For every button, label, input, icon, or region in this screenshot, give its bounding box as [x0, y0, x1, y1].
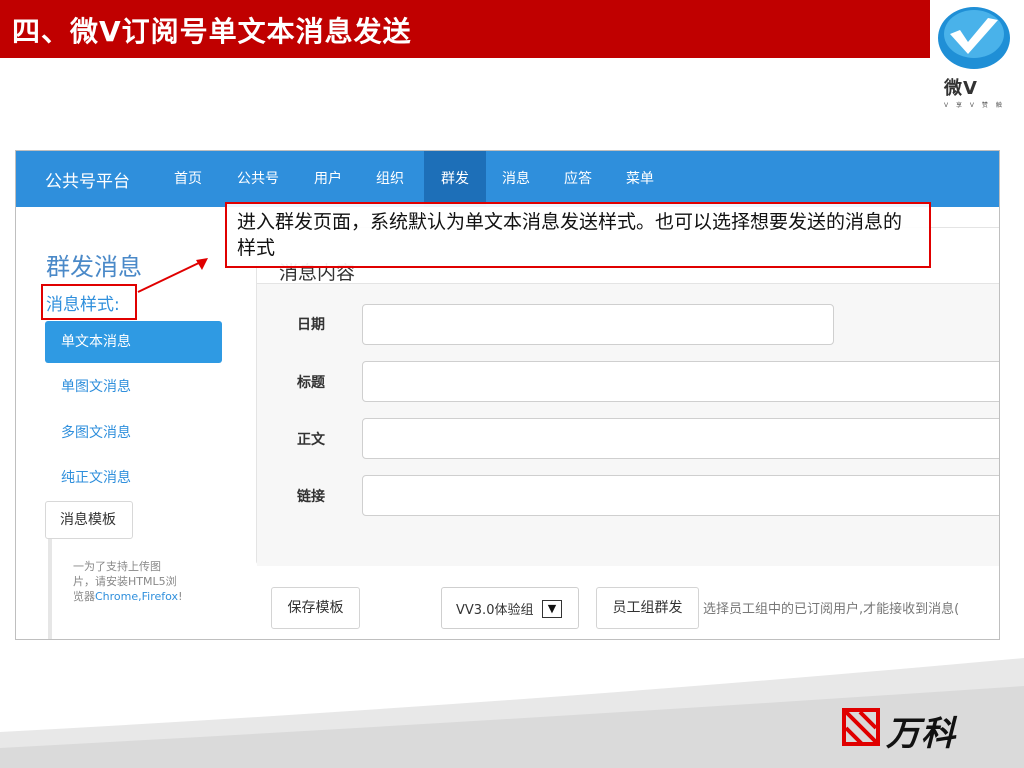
weiv-logo-text: 微V — [944, 78, 978, 99]
nav-item-autoreply[interactable]: 应答 — [556, 151, 600, 207]
sidebar-item-single-text[interactable]: 单文本消息 — [45, 321, 222, 363]
hint-browsers: Chrome,Firefox — [95, 590, 179, 603]
date-field[interactable] — [362, 304, 834, 345]
sidebar-item-single-news[interactable]: 单图文消息 — [45, 366, 222, 408]
group-select-value: VV3.0体验组 — [456, 603, 534, 618]
nav-item-home[interactable]: 首页 — [166, 151, 210, 207]
brand[interactable]: 公共号平台 — [45, 167, 130, 192]
group-send-hint: 选择员工组中的已订阅用户,才能接收到消息( — [703, 602, 960, 617]
chevron-down-icon[interactable]: ▼ — [542, 600, 562, 618]
style-label-highlight: 消息样式: — [41, 284, 137, 320]
hint-line-3: 览器Chrome,Firefox! — [73, 589, 208, 604]
nav-item-org[interactable]: 组织 — [368, 151, 412, 207]
hint-line-3-prefix: 览器 — [73, 590, 95, 603]
message-content-panel: 消息内容 日期 标题 正文 链接 — [256, 227, 999, 566]
group-select[interactable]: VV3.0体验组 ▼ — [441, 587, 579, 629]
nav-item-account[interactable]: 公共号 — [230, 151, 286, 207]
browser-hint: 一为了支持上传图 片，请安装HTML5浏 览器Chrome,Firefox! — [48, 539, 208, 639]
body-label: 正文 — [297, 432, 325, 448]
hint-line-3-suffix: ! — [178, 590, 183, 603]
group-send-button[interactable]: 员工组群发 — [596, 587, 699, 629]
vanke-logo-text: 万科 — [886, 714, 956, 754]
weiv-check-icon — [938, 7, 1010, 69]
save-template-button[interactable]: 保存模板 — [271, 587, 360, 629]
nav-item-users[interactable]: 用户 — [306, 151, 350, 207]
hint-line-2: 片，请安装HTML5浏 — [73, 575, 177, 588]
sidebar-item-plain-text[interactable]: 纯正文消息 — [45, 457, 222, 499]
message-template-button[interactable]: 消息模板 — [45, 501, 133, 539]
top-navbar: 公共号平台 首页 公共号 用户 组织 群发 消息 应答 菜单 — [16, 151, 999, 207]
nav-item-menu[interactable]: 菜单 — [618, 151, 662, 207]
sidebar-title: 群发消息 — [46, 253, 142, 281]
date-label: 日期 — [297, 317, 325, 333]
slide-title-bar: 四、微V订阅号单文本消息发送 — [0, 0, 930, 58]
title-label: 标题 — [297, 375, 325, 391]
weiv-logo-subtext: V 享 V 赞 触 — [944, 102, 1005, 109]
nav-item-messages[interactable]: 消息 — [494, 151, 538, 207]
vanke-logo: 万科 — [842, 708, 992, 754]
weiv-logo: 微V V 享 V 赞 触 — [930, 0, 1024, 118]
slide: 四、微V订阅号单文本消息发送 微V V 享 V 赞 触 公共号平台 首页 公共号… — [0, 0, 1024, 768]
link-field[interactable] — [362, 475, 999, 516]
callout-annotation: 进入群发页面，系统默认为单文本消息发送样式。也可以选择想要发送的消息的样式 — [225, 202, 931, 268]
title-field[interactable] — [362, 361, 999, 402]
nav-item-broadcast[interactable]: 群发 — [424, 151, 486, 207]
panel-body: 日期 标题 正文 链接 — [257, 284, 999, 566]
body-field[interactable] — [362, 418, 999, 459]
sidebar-item-multi-news[interactable]: 多图文消息 — [45, 412, 222, 454]
slide-title: 四、微V订阅号单文本消息发送 — [12, 15, 412, 48]
hint-line-1: 一为了支持上传图 — [73, 560, 161, 573]
style-label: 消息样式: — [46, 295, 120, 315]
vanke-mark-icon — [842, 708, 880, 746]
red-arrow-icon — [137, 258, 208, 293]
link-label: 链接 — [297, 489, 325, 505]
